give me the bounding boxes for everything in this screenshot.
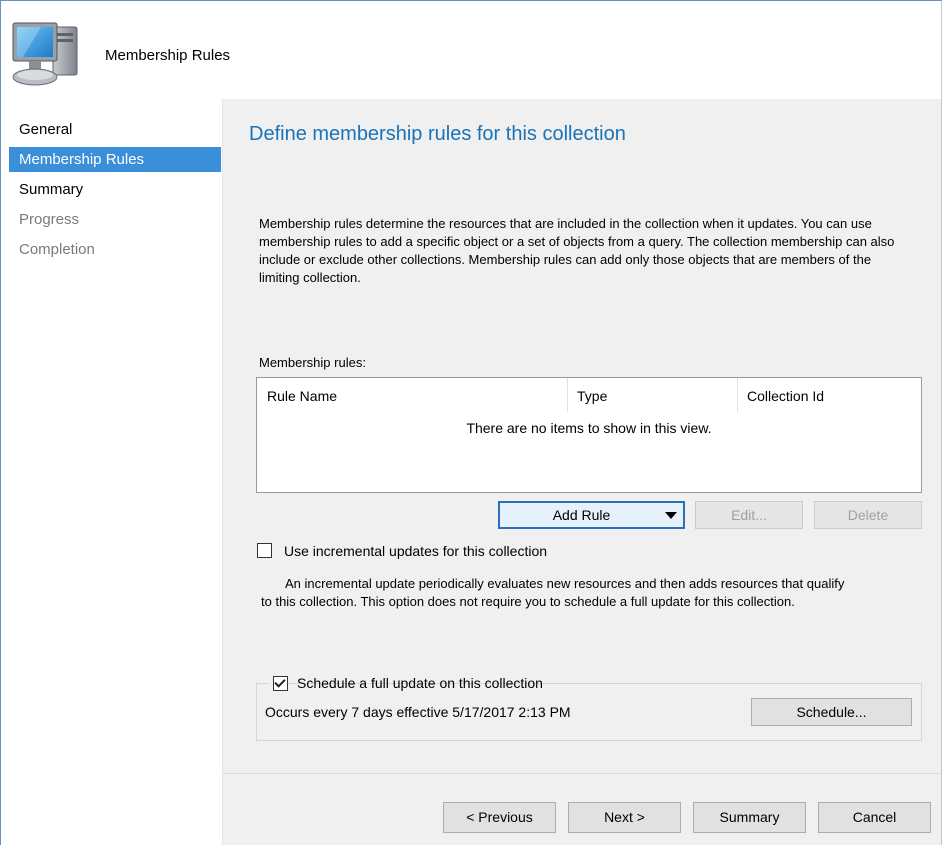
nav-item-membership-rules[interactable]: Membership Rules <box>9 147 221 172</box>
incremental-description-line-1: An incremental update periodically evalu… <box>285 576 845 591</box>
column-header-rule-name[interactable]: Rule Name <box>257 378 567 414</box>
summary-button[interactable]: Summary <box>693 802 806 833</box>
incremental-updates-checkbox[interactable] <box>257 543 272 558</box>
content-pane: Define membership rules for this collect… <box>223 99 941 773</box>
computer-icon <box>12 22 78 86</box>
membership-rules-list[interactable]: Rule Name Type Collection Id There are n… <box>256 377 922 493</box>
schedule-occurs-text: Occurs every 7 days effective 5/17/2017 … <box>265 704 571 720</box>
add-rule-button[interactable]: Add Rule <box>498 501 685 529</box>
wizard-nav: General Membership Rules Summary Progres… <box>1 99 223 845</box>
schedule-full-update-label[interactable]: Schedule a full update on this collectio… <box>297 675 543 691</box>
schedule-full-update-checkbox[interactable] <box>273 676 288 691</box>
edit-button[interactable]: Edit... <box>695 501 803 529</box>
schedule-group-header: Schedule a full update on this collectio… <box>269 674 543 694</box>
page-title: Define membership rules for this collect… <box>249 123 626 145</box>
header-title: Membership Rules <box>105 47 231 64</box>
add-rule-label: Add Rule <box>552 507 611 523</box>
column-header-collection-id[interactable]: Collection Id <box>737 378 921 414</box>
nav-item-completion: Completion <box>19 241 95 258</box>
cancel-button[interactable]: Cancel <box>818 802 931 833</box>
page-description: Membership rules determine the resources… <box>259 216 895 285</box>
nav-item-summary[interactable]: Summary <box>9 177 221 202</box>
wizard-footer: < Previous Next > Summary Cancel <box>223 773 941 845</box>
incremental-description-line-2: to this collection. This option does not… <box>261 594 795 609</box>
schedule-group: Schedule a full update on this collectio… <box>256 674 922 741</box>
membership-rules-label: Membership rules: <box>259 355 366 370</box>
incremental-description: An incremental update periodically evalu… <box>261 575 925 611</box>
checkmark-icon <box>274 676 286 688</box>
nav-item-progress: Progress <box>19 211 80 228</box>
previous-button[interactable]: < Previous <box>443 802 556 833</box>
column-header-type[interactable]: Type <box>567 378 737 414</box>
delete-button[interactable]: Delete <box>814 501 922 529</box>
wizard-header: Membership Rules <box>1 1 941 99</box>
empty-list-message: There are no items to show in this view. <box>466 420 712 436</box>
nav-item-general[interactable]: General <box>9 117 221 142</box>
next-button[interactable]: Next > <box>568 802 681 833</box>
dropdown-arrow-icon <box>665 512 677 519</box>
schedule-button[interactable]: Schedule... <box>751 698 912 726</box>
incremental-updates-label[interactable]: Use incremental updates for this collect… <box>284 543 547 559</box>
wizard-window: Membership Rules General Membership Rule… <box>0 0 942 845</box>
